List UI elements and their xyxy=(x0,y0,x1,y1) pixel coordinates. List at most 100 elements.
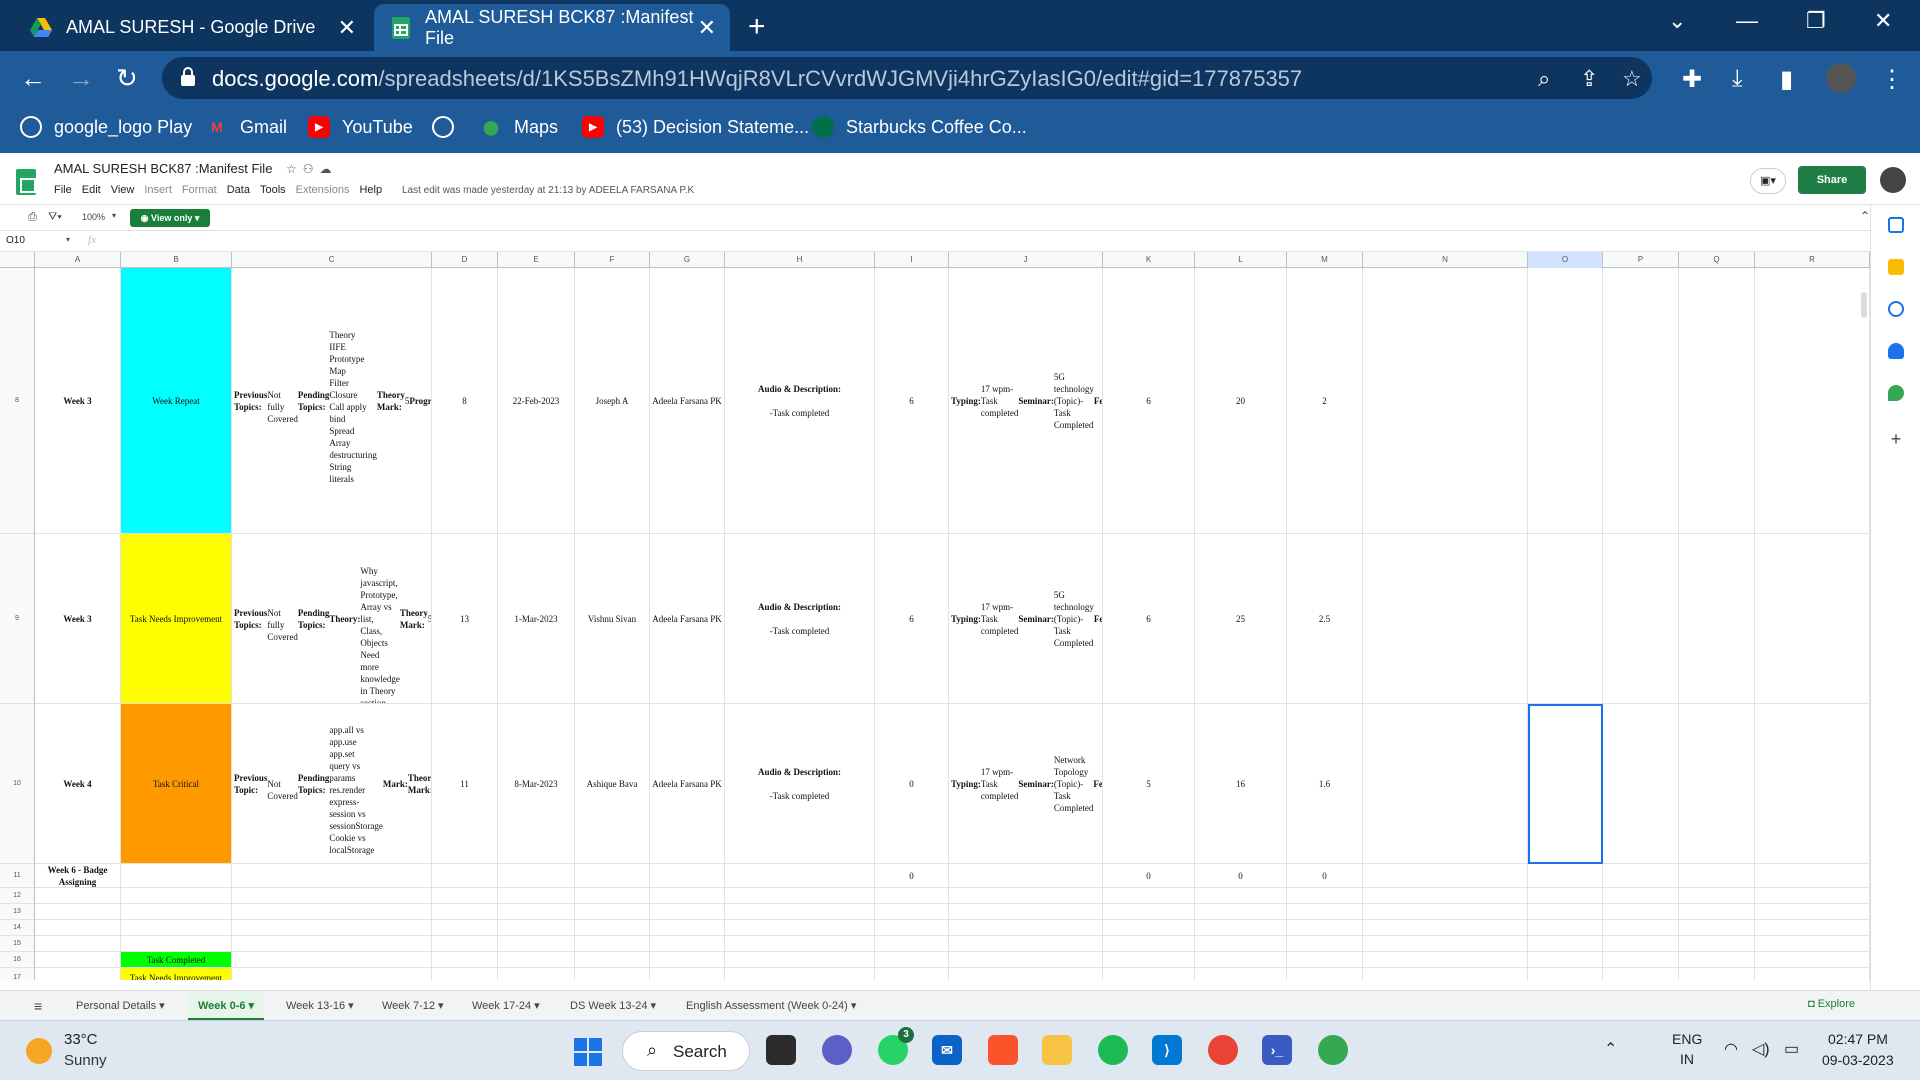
view-only-button[interactable]: ◉ View only ▾ xyxy=(130,209,210,227)
file-explorer-icon[interactable] xyxy=(1042,1035,1072,1065)
empty-cell[interactable] xyxy=(1528,904,1603,920)
vscode-icon[interactable]: ⟩ xyxy=(1152,1035,1182,1065)
menu-insert[interactable]: Insert xyxy=(144,184,172,196)
name-box-chevron-icon[interactable]: ▾ xyxy=(66,235,70,244)
minimize-icon[interactable]: — xyxy=(1736,8,1758,34)
empty-cell[interactable] xyxy=(432,920,498,936)
score-cell[interactable]: 0 xyxy=(1195,864,1287,888)
empty-cell[interactable] xyxy=(575,968,650,980)
keep-icon[interactable] xyxy=(1888,259,1904,275)
empty-cell[interactable] xyxy=(1679,888,1755,904)
empty-cell[interactable] xyxy=(1755,968,1870,980)
empty-cell[interactable] xyxy=(575,888,650,904)
empty-cell[interactable] xyxy=(432,936,498,952)
empty-cell[interactable] xyxy=(1679,936,1755,952)
score-cell[interactable]: 0 xyxy=(1287,864,1363,888)
task-view-icon[interactable] xyxy=(766,1035,796,1065)
empty-cell[interactable] xyxy=(1363,888,1528,904)
print-icon[interactable]: ⎙ xyxy=(28,211,37,224)
empty-cell[interactable] xyxy=(1528,920,1603,936)
empty-cell[interactable] xyxy=(1103,904,1195,920)
empty-cell[interactable] xyxy=(1363,704,1528,864)
empty-cell[interactable] xyxy=(1603,936,1679,952)
empty-cell[interactable] xyxy=(498,968,575,980)
week-cell[interactable]: Week 3 xyxy=(35,268,121,534)
empty-cell[interactable] xyxy=(875,936,949,952)
empty-cell[interactable] xyxy=(1603,864,1679,888)
wifi-icon[interactable]: ◠ xyxy=(1724,1039,1738,1059)
week-cell[interactable]: Week 3 xyxy=(35,534,121,704)
empty-cell[interactable] xyxy=(1195,968,1287,980)
number-cell[interactable]: 8 xyxy=(432,268,498,534)
total-cell[interactable]: 25 xyxy=(1195,534,1287,704)
document-title[interactable]: AMAL SURESH BCK87 :Manifest File xyxy=(54,161,272,176)
empty-cell[interactable] xyxy=(575,936,650,952)
column-header-d[interactable]: D xyxy=(432,252,498,268)
legend-cell[interactable]: Task Completed xyxy=(121,952,232,968)
empty-cell[interactable] xyxy=(949,936,1103,952)
empty-cell[interactable] xyxy=(1363,936,1528,952)
name-box[interactable]: O10 xyxy=(6,235,25,246)
empty-cell[interactable] xyxy=(725,888,875,904)
bookmark-maps[interactable]: ⬤ Maps xyxy=(480,116,558,138)
menu-file[interactable]: File xyxy=(54,184,72,196)
empty-cell[interactable] xyxy=(1603,268,1679,534)
date-cell[interactable]: 22-Feb-2023 xyxy=(498,268,575,534)
score-cell[interactable]: 5 xyxy=(1103,704,1195,864)
date-cell[interactable]: 1-Mar-2023 xyxy=(498,534,575,704)
advisor-cell[interactable]: Adeela Farsana PK xyxy=(650,534,725,704)
url-bar[interactable]: docs.google.com/spreadsheets/d/1KS5BsZMh… xyxy=(162,57,1652,99)
empty-cell[interactable] xyxy=(875,888,949,904)
activities-cell[interactable]: Typing: 17 wpm-Task completed Seminar: Netw… xyxy=(949,704,1103,864)
empty-cell[interactable] xyxy=(1363,968,1528,980)
vertical-scrollbar[interactable] xyxy=(1861,292,1867,318)
chrome-icon[interactable] xyxy=(1208,1035,1238,1065)
menu-extensions[interactable]: Extensions xyxy=(296,184,350,196)
empty-cell[interactable] xyxy=(949,864,1103,888)
download-icon[interactable]: ⤓ xyxy=(1732,65,1743,93)
empty-cell[interactable] xyxy=(1528,534,1603,704)
empty-cell[interactable] xyxy=(121,864,232,888)
empty-cell[interactable] xyxy=(432,952,498,968)
column-header-p[interactable]: P xyxy=(1603,252,1679,268)
column-header-f[interactable]: F xyxy=(575,252,650,268)
empty-cell[interactable] xyxy=(1363,268,1528,534)
empty-cell[interactable] xyxy=(1603,704,1679,864)
menu-edit[interactable]: Edit xyxy=(82,184,101,196)
empty-cell[interactable] xyxy=(949,920,1103,936)
volume-icon[interactable]: ◁) xyxy=(1752,1039,1770,1059)
url-text[interactable]: docs.google.com/spreadsheets/d/1KS5BsZMh… xyxy=(212,66,1302,92)
number-cell[interactable]: 13 xyxy=(432,534,498,704)
score-cell[interactable]: 0 xyxy=(1103,864,1195,888)
empty-cell[interactable] xyxy=(232,968,432,980)
empty-cell[interactable] xyxy=(650,864,725,888)
mail-icon[interactable]: ✉ xyxy=(932,1035,962,1065)
empty-cell[interactable] xyxy=(1755,704,1870,864)
status-cell[interactable]: Task Needs Improvement xyxy=(121,534,232,704)
reload-icon[interactable]: ↻ xyxy=(116,63,138,94)
empty-cell[interactable] xyxy=(650,888,725,904)
new-tab-button[interactable]: + xyxy=(748,10,766,44)
menu-kebab-icon[interactable]: ⋮ xyxy=(1880,65,1904,94)
row-header[interactable]: 13 xyxy=(0,904,35,920)
week-cell[interactable]: Week 4 xyxy=(35,704,121,864)
average-cell[interactable]: 2.5 xyxy=(1287,534,1363,704)
last-edit-link[interactable]: Last edit was made yesterday at 21:13 by… xyxy=(402,185,694,196)
profile-avatar[interactable] xyxy=(1826,63,1856,93)
menu-help[interactable]: Help xyxy=(359,184,382,196)
empty-cell[interactable] xyxy=(1103,936,1195,952)
empty-cell[interactable] xyxy=(1363,904,1528,920)
empty-cell[interactable] xyxy=(650,952,725,968)
empty-cell[interactable] xyxy=(1287,904,1363,920)
score-cell[interactable]: 0 xyxy=(875,704,949,864)
weather-condition[interactable]: Sunny xyxy=(64,1052,107,1069)
empty-cell[interactable] xyxy=(1679,534,1755,704)
grid-corner[interactable] xyxy=(0,252,35,268)
close-window-icon[interactable]: ✕ xyxy=(1874,8,1892,34)
empty-cell[interactable] xyxy=(1287,888,1363,904)
bookmark-star-icon[interactable]: ☆ xyxy=(1622,66,1642,92)
column-header-m[interactable]: M xyxy=(1287,252,1363,268)
row-header[interactable]: 14 xyxy=(0,920,35,936)
empty-cell[interactable] xyxy=(1363,952,1528,968)
column-header-b[interactable]: B xyxy=(121,252,232,268)
